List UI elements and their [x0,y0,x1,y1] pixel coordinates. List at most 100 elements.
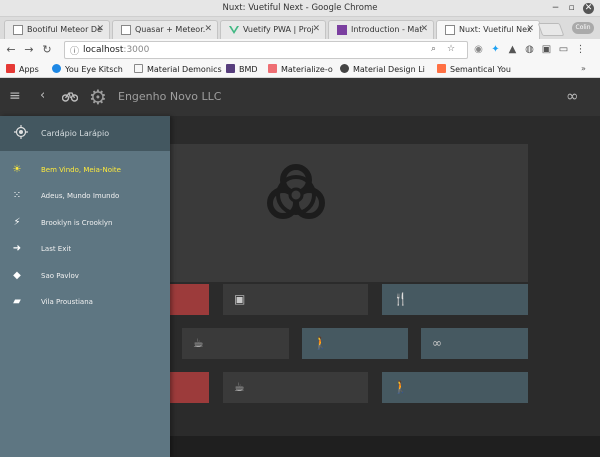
close-tab-icon[interactable]: ✕ [204,24,212,34]
tile[interactable]: ∞ [421,328,528,359]
more-bookmarks-icon[interactable]: » [581,64,586,73]
info-icon[interactable]: ⓘ [70,44,79,57]
cube-icon: ▣ [234,292,246,306]
vue-icon [229,25,239,35]
bookmark-bmd[interactable]: BMD [226,64,258,74]
tab-0[interactable]: Bootiful Meteor De ✕ [4,20,110,39]
drive-icon[interactable]: ▲ [506,43,519,56]
hero-card [160,144,528,282]
bookmark-label: You Eye Kitsch [65,65,123,74]
drawer-item-adeus[interactable]: ⁙ Adeus, Mundo Imundo [0,183,170,209]
drawer-item-sao-pavlov[interactable]: ◆ Sao Pavlov [0,263,170,289]
tab-4[interactable]: Nuxt: Vuetiful Nex ✕ [436,20,540,40]
app-viewport: ≡ ‹ ⚙ Engenho Novo LLC ∞ ▣ 🍴 ☕ 🚶 ∞ ☕ 🚶 C… [0,78,600,457]
drawer-item-bem-vindo[interactable]: ☀ Bem Vindo, Meia-Noite [0,157,170,183]
exit-icon: ➜ [12,243,22,254]
infinity-icon: ∞ [432,336,442,350]
bookmark-material-demonics[interactable]: Material Demonics [134,64,222,74]
tile[interactable]: ☕ [223,372,368,403]
drawer-item-label: Brooklyn is Crooklyn [41,219,113,227]
drawer-item-label: Adeus, Mundo Imundo [41,192,120,200]
tile[interactable]: ☕ [182,328,289,359]
tile[interactable]: 🚶 [302,328,408,359]
bookmark-semantical-you[interactable]: Semantical You [437,64,511,74]
page-icon [134,64,143,73]
walk-icon: 🚶 [393,380,408,394]
bootstrap-icon [226,64,235,73]
bolt-icon: ⚡ [13,217,21,228]
maximize-icon[interactable]: ▫ [566,3,577,14]
tab-strip: Bootiful Meteor De ✕ Quasar + Meteor. ✕ … [0,17,600,40]
drawer-item-label: Vila Proustiana [41,298,93,306]
scatter-icon: ⁙ [12,190,22,201]
drawer-item-last-exit[interactable]: ➜ Last Exit [0,236,170,262]
address-bar[interactable]: ⓘ localhost:3000 ⌕ ☆ [64,41,468,59]
close-tab-icon[interactable]: ✕ [420,24,428,34]
tile[interactable]: ▣ [223,284,368,315]
cast-icon[interactable]: ▭ [557,43,570,56]
close-window-icon[interactable]: ✕ [583,3,594,14]
biohazard-icon [267,164,325,219]
page-icon [445,25,455,35]
screenshot-icon[interactable]: ▣ [540,43,553,56]
book-icon: ▰ [13,296,21,307]
bookmark-label: BMD [239,65,258,74]
footer-bar [160,436,600,457]
close-tab-icon[interactable]: ✕ [96,24,104,34]
url-host: localhost [83,45,124,55]
menu-icon[interactable]: ⋮ [574,43,587,56]
bookmark-apps[interactable]: Apps [6,64,39,74]
reload-icon[interactable]: ↻ [40,43,54,57]
tab-3[interactable]: Introduction - Mat ✕ [328,20,434,39]
sun-icon: ☀ [12,164,22,175]
chevron-left-icon[interactable]: ‹ [40,88,45,103]
directions-icon: ◆ [13,270,21,281]
coffee-icon: ☕ [193,336,204,350]
bookmark-label: Apps [19,65,39,74]
close-tab-icon[interactable]: ✕ [312,24,320,34]
drawer-header[interactable]: Cardápio Larápio [0,116,170,151]
zoom-icon[interactable]: ⌕ [431,44,436,54]
tab-2[interactable]: Vuetify PWA | Proj ✕ [220,20,326,39]
drawer-item-label: Last Exit [41,245,72,253]
bookmark-label: Material Design Li [353,65,425,74]
materialize-icon [268,64,277,73]
restaurant-icon: 🍴 [393,292,408,306]
vue-devtools-icon[interactable]: ◍ [523,43,536,56]
profile-badge[interactable]: Colin [572,22,594,34]
back-icon[interactable]: ← [4,43,18,57]
bookmark-label: Materialize-o [281,65,333,74]
bookmark-favicon-icon [52,64,61,73]
close-tab-icon[interactable]: ✕ [526,24,534,34]
app-toolbar: ≡ ‹ ⚙ Engenho Novo LLC ∞ [0,78,600,116]
drawer-item-vila-proustiana[interactable]: ▰ Vila Proustiana [0,289,170,315]
bike-icon[interactable] [61,89,79,107]
bookmark-you-eye-kitsch[interactable]: You Eye Kitsch [52,64,123,74]
bookmark-materialize[interactable]: Materialize-o [268,64,333,74]
tile[interactable]: 🚶 [382,372,528,403]
minimize-icon[interactable]: − [550,3,561,14]
infinity-icon[interactable]: ∞ [566,87,579,105]
twitter-icon[interactable]: ✦ [489,43,502,56]
hamburger-icon[interactable]: ≡ [9,88,21,104]
brand-title: Engenho Novo LLC [118,90,222,103]
navigation-drawer: Cardápio Larápio ☀ Bem Vindo, Meia-Noite… [0,116,170,457]
forward-icon[interactable]: → [22,43,36,57]
url-port: :3000 [123,45,150,55]
bookmarks-bar: Apps You Eye Kitsch Material Demonics BM… [0,61,600,78]
drawer-item-label: Bem Vindo, Meia-Noite [41,166,121,174]
semantic-icon [437,64,446,73]
new-tab-button[interactable] [537,23,565,36]
extension-icon[interactable]: ◉ [472,43,485,56]
drawer-item-label: Sao Pavlov [41,272,79,280]
page-icon [13,25,23,35]
window-title: Nuxt: Vuetiful Next - Google Chrome [222,3,378,13]
window-titlebar: Nuxt: Vuetiful Next - Google Chrome − ▫ … [0,0,600,17]
drawer-item-brooklyn[interactable]: ⚡ Brooklyn is Crooklyn [0,210,170,236]
materialize-icon [337,25,347,35]
tab-1[interactable]: Quasar + Meteor. ✕ [112,20,218,39]
tile[interactable]: 🍴 [382,284,528,315]
page-icon [121,25,131,35]
bookmark-star-icon[interactable]: ☆ [447,44,455,54]
bookmark-material-design-lite[interactable]: Material Design Li [340,64,425,74]
